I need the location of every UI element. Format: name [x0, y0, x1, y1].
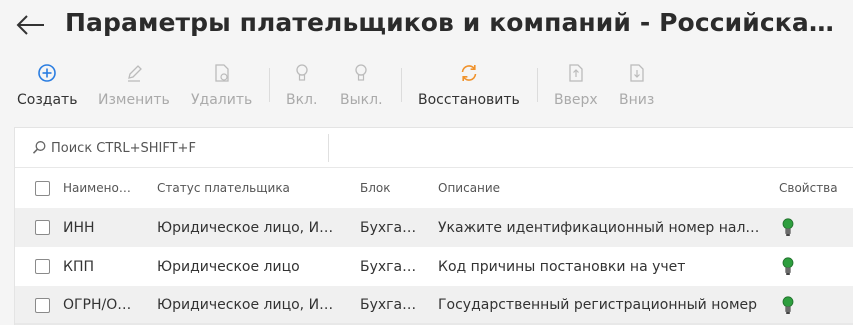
cell-name: ОГРН/ОГРНИП — [63, 296, 135, 313]
edit-button-label: Изменить — [98, 92, 170, 108]
lightbulb-off-icon — [355, 64, 367, 81]
create-button[interactable]: Создать — [17, 60, 77, 112]
table-row[interactable]: ОГРН/ОГРНИП Юридическое лицо, Индивидуал… — [15, 286, 853, 325]
column-header-row: Наименование Статус плательщика Блок Опи… — [15, 168, 853, 208]
column-header-description[interactable]: Описание — [438, 168, 763, 208]
move-up-button-label: Вверх — [554, 92, 598, 108]
cell-block: Бухгалтерия — [360, 296, 420, 313]
cell-name: ИНН — [63, 219, 95, 236]
arrow-up-document-icon — [569, 64, 583, 82]
create-button-label: Создать — [17, 92, 78, 108]
data-grid: Наименование Статус плательщика Блок Опи… — [14, 127, 853, 325]
search-input[interactable] — [51, 136, 321, 160]
row-checkbox[interactable] — [35, 298, 50, 313]
toolbar-separator — [537, 68, 538, 102]
cell-description: Укажите идентификационный номер налогопл… — [438, 219, 763, 236]
cell-payer-status: Юридическое лицо, Индивидуальный предпри… — [157, 219, 342, 236]
page-title: Параметры плательщиков и компаний - Росс… — [65, 8, 835, 37]
cell-block: Бухгалтерия — [360, 258, 420, 275]
disable-button[interactable]: Выкл. — [340, 60, 383, 112]
row-checkbox[interactable] — [35, 259, 50, 274]
toolbar-separator — [269, 68, 270, 102]
enable-button-label: Вкл. — [286, 92, 318, 108]
column-header-name[interactable]: Наименование — [63, 168, 135, 208]
restore-button-label: Восстановить — [418, 92, 520, 108]
enable-button[interactable]: Вкл. — [286, 60, 317, 112]
column-header-block[interactable]: Блок — [360, 168, 420, 208]
lightbulb-on-icon — [782, 296, 794, 314]
move-down-button-label: Вниз — [619, 92, 655, 108]
select-all-checkbox[interactable] — [35, 181, 50, 196]
restore-button[interactable]: Восстановить — [418, 60, 520, 112]
cell-name: КПП — [63, 258, 94, 275]
page-header: Параметры плательщиков и компаний - Росс… — [0, 0, 853, 52]
plus-circle-icon — [38, 64, 57, 82]
move-up-button[interactable]: Вверх — [554, 60, 598, 112]
edit-button[interactable]: Изменить — [98, 60, 170, 112]
lightbulb-on-icon — [782, 257, 794, 275]
toolbar: Создать Изменить Удалить Вкл. Выкл. Восс… — [0, 60, 853, 112]
disable-button-label: Выкл. — [340, 92, 383, 108]
cell-block: Бухгалтерия — [360, 219, 420, 236]
row-checkbox[interactable] — [35, 220, 50, 235]
search-icon — [32, 141, 46, 154]
arrow-down-document-icon — [630, 64, 644, 82]
cell-description: Государственный регистрационный номер — [438, 296, 758, 313]
delete-button[interactable]: Удалить — [191, 60, 252, 112]
move-down-button[interactable]: Вниз — [619, 60, 654, 112]
lightbulb-icon — [296, 64, 308, 81]
search-divider — [328, 134, 329, 162]
lightbulb-on-icon — [782, 218, 794, 236]
cell-payer-status: Юридическое лицо, Индивидуальный предпри… — [157, 296, 342, 313]
table-row[interactable]: ИНН Юридическое лицо, Индивидуальный пре… — [15, 208, 853, 247]
refresh-icon — [461, 65, 477, 81]
cell-payer-status: Юридическое лицо — [157, 258, 300, 275]
pencil-icon — [127, 65, 142, 82]
toolbar-separator — [401, 68, 402, 102]
column-header-payer-status[interactable]: Статус плательщика — [157, 168, 342, 208]
column-header-properties[interactable]: Свойства — [779, 168, 849, 208]
table-row[interactable]: КПП Юридическое лицо Бухгалтерия Код при… — [15, 247, 853, 286]
back-arrow-icon[interactable] — [16, 14, 46, 36]
delete-document-icon — [214, 64, 229, 82]
search-bar — [15, 128, 853, 168]
delete-button-label: Удалить — [191, 92, 253, 108]
cell-description: Код причины постановки на учет — [438, 258, 686, 275]
